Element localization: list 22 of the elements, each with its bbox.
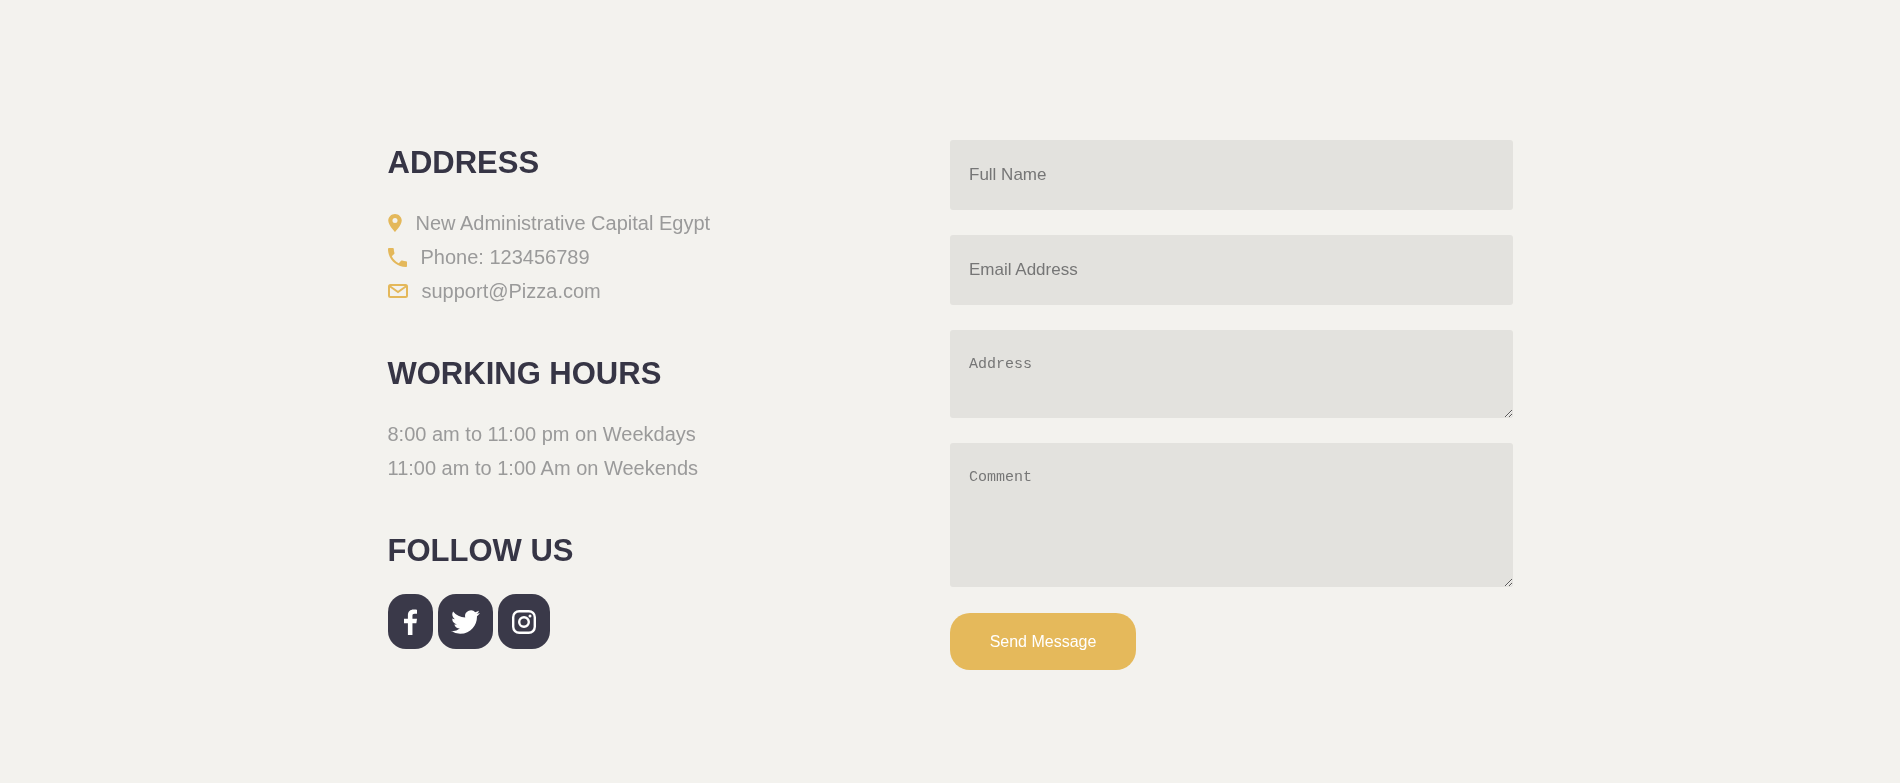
- envelope-icon: [387, 284, 408, 298]
- address-text: New Administrative Capital Egypt: [415, 211, 711, 236]
- social-link[interactable]: [497, 594, 550, 649]
- instagram-icon: [511, 609, 536, 634]
- twitter-icon: [450, 609, 480, 634]
- phone-icon: [387, 247, 407, 267]
- social-link[interactable]: [437, 594, 493, 649]
- input-field[interactable]: Full Name: [950, 140, 1513, 210]
- email-text: support@Pizza.com: [421, 279, 601, 304]
- section-heading: FOLLOW US: [387, 532, 574, 570]
- send-button[interactable]: Send Message: [950, 613, 1136, 670]
- facebook-icon: [403, 608, 417, 635]
- textarea-field[interactable]: Address: [950, 330, 1513, 418]
- input-field[interactable]: Email Address: [950, 235, 1513, 305]
- map-pin-icon: [387, 214, 402, 232]
- social-link[interactable]: [387, 594, 433, 649]
- phone-text: Phone: 123456789: [420, 245, 590, 270]
- hours-text: 11:00 am to 1:00 Am on Weekends: [387, 456, 699, 481]
- section-heading: WORKING HOURS: [387, 355, 662, 393]
- textarea-field[interactable]: Comment: [950, 443, 1513, 587]
- hours-text: 8:00 am to 11:00 pm on Weekdays: [387, 422, 696, 447]
- section-heading: ADDRESS: [387, 144, 540, 182]
